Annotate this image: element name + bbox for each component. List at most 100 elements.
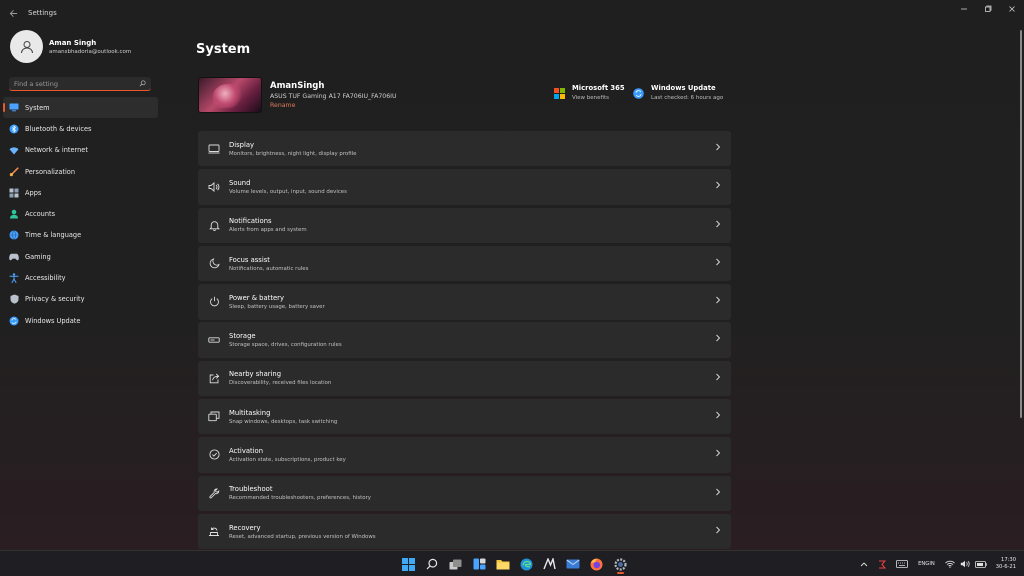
device-model: ASUS TUF Gaming A17 FA706IU_FA706IU [270, 93, 397, 100]
taskbar: ENG IN 17:30 30-6-21 [0, 550, 1024, 576]
taskbar-apps [397, 554, 632, 574]
red-tray-app-icon [879, 559, 887, 569]
power-icon [208, 296, 220, 308]
close-button[interactable] [1000, 0, 1024, 18]
settings-card-troubleshoot[interactable]: Troubleshoot Recommended troubleshooters,… [198, 475, 731, 511]
card-title: Display [229, 140, 255, 149]
settings-card-multitasking[interactable]: Multitasking Snap windows, desktops, task… [198, 398, 731, 435]
clock-time: 17:30 [1001, 556, 1016, 563]
sidebar-item-bluetooth[interactable]: Bluetooth & devices [3, 118, 158, 139]
update-icon [633, 88, 644, 99]
settings-card-notifications[interactable]: Notifications Alerts from apps and system [198, 207, 731, 243]
apps-icon [9, 188, 19, 198]
firefox-button[interactable] [585, 554, 609, 574]
sidebar-item-windows-update[interactable]: Windows Update [3, 310, 158, 331]
language-code: ENG [918, 560, 930, 567]
chevron-right-icon [716, 449, 721, 457]
chevron-right-icon [716, 373, 721, 381]
touch-keyboard-button[interactable] [896, 560, 909, 568]
sidebar-item-time-language[interactable]: Time & language [3, 225, 158, 246]
user-profile[interactable]: Aman Singh amansbhadoria@outlook.com [10, 30, 131, 63]
restore-icon [985, 5, 992, 12]
start-button[interactable] [397, 554, 421, 574]
task-view-button[interactable] [444, 554, 468, 574]
sidebar-item-label: System [25, 103, 50, 112]
settings-card-activation[interactable]: Activation Activation state, subscription… [198, 437, 731, 473]
scrollbar[interactable] [1020, 30, 1022, 418]
settings-card-power-battery[interactable]: Power & battery Sleep, battery usage, bat… [198, 284, 731, 320]
sidebar-item-network[interactable]: Network & internet [3, 140, 158, 161]
card-subtitle: Volume levels, output, input, sound devi… [229, 188, 347, 195]
profile-email: amansbhadoria@outlook.com [49, 48, 132, 55]
app-button[interactable] [538, 554, 562, 574]
quick-settings-button[interactable] [944, 560, 987, 568]
wrench-icon [208, 487, 220, 499]
mail-button[interactable] [562, 554, 586, 574]
language-indicator[interactable]: ENG IN [918, 561, 935, 568]
gamepad-icon [9, 252, 19, 262]
sidebar-item-accessibility[interactable]: Accessibility [3, 267, 158, 288]
wifi-icon [9, 145, 19, 155]
back-button[interactable] [0, 0, 26, 26]
shield-icon [9, 294, 19, 304]
person-icon [9, 209, 19, 219]
settings-card-sound[interactable]: Sound Volume levels, output, input, sound… [198, 169, 731, 205]
monitor-icon [9, 103, 19, 113]
bell-icon [208, 219, 220, 231]
windows-update-tile[interactable]: Windows Update Last checked: 6 hours ago [633, 84, 723, 101]
settings-app-button[interactable] [609, 554, 633, 574]
moon-icon [208, 258, 220, 270]
settings-card-focus-assist[interactable]: Focus assist Notifications, automatic rul… [198, 245, 731, 282]
chevron-right-icon [716, 411, 721, 419]
app-icon [543, 558, 556, 570]
maximize-button[interactable] [976, 0, 1000, 18]
microsoft-365-tile[interactable]: Microsoft 365 View benefits [554, 84, 625, 101]
title-bar: Settings [0, 0, 1024, 26]
window-controls [952, 0, 1024, 18]
sidebar-item-label: Gaming [25, 252, 51, 261]
microsoft-logo-icon [554, 88, 565, 99]
share-icon [208, 372, 220, 384]
sidebar-item-label: Time & language [25, 231, 82, 240]
settings-card-recovery[interactable]: Recovery Reset, advanced startup, previou… [198, 513, 731, 550]
clock[interactable]: 17:30 30-6-21 [996, 557, 1016, 572]
settings-card-display[interactable]: Display Monitors, brightness, night light… [198, 131, 731, 167]
show-hidden-icons-button[interactable] [860, 561, 868, 567]
edge-button[interactable] [515, 554, 539, 574]
settings-card-storage[interactable]: Storage Storage space, drives, configurat… [198, 322, 731, 358]
card-subtitle: Alerts from apps and system [229, 227, 307, 234]
card-title: Activation [229, 446, 264, 455]
rename-link[interactable]: Rename [270, 102, 397, 109]
check-circle-icon [208, 449, 220, 461]
sidebar-item-system[interactable]: System [3, 97, 158, 119]
sidebar-item-gaming[interactable]: Gaming [3, 246, 158, 267]
sidebar-item-label: Apps [25, 188, 42, 197]
search-icon [426, 558, 438, 570]
keyboard-icon [896, 560, 909, 568]
file-explorer-button[interactable] [491, 554, 515, 574]
sidebar-nav: System Bluetooth & devices Network & int… [3, 97, 158, 331]
search-box[interactable] [9, 77, 151, 91]
sidebar-item-accounts[interactable]: Accounts [3, 203, 158, 224]
card-title: Multitasking [229, 408, 271, 417]
settings-card-nearby-sharing[interactable]: Nearby sharing Discoverability, received … [198, 360, 731, 397]
card-title: Sound [229, 178, 251, 187]
person-icon [20, 40, 33, 53]
display-icon [208, 143, 220, 155]
chevron-up-icon [860, 562, 868, 567]
sidebar-item-label: Privacy & security [25, 295, 85, 304]
sidebar-item-label: Network & internet [25, 146, 88, 155]
sidebar-item-apps[interactable]: Apps [3, 182, 158, 203]
chevron-right-icon [716, 335, 721, 342]
microsoft-365-subtitle: View benefits [572, 95, 610, 101]
taskbar-search-button[interactable] [421, 554, 445, 574]
search-input[interactable] [14, 79, 124, 88]
sidebar-item-personalization[interactable]: Personalization [3, 161, 158, 182]
widgets-button[interactable] [468, 554, 492, 574]
battery-icon [974, 560, 987, 568]
avatar [10, 30, 43, 63]
sidebar-item-privacy-security[interactable]: Privacy & security [3, 289, 158, 310]
tray-app-button[interactable] [878, 559, 887, 569]
minimize-button[interactable] [952, 0, 976, 18]
bluetooth-icon [9, 124, 19, 134]
